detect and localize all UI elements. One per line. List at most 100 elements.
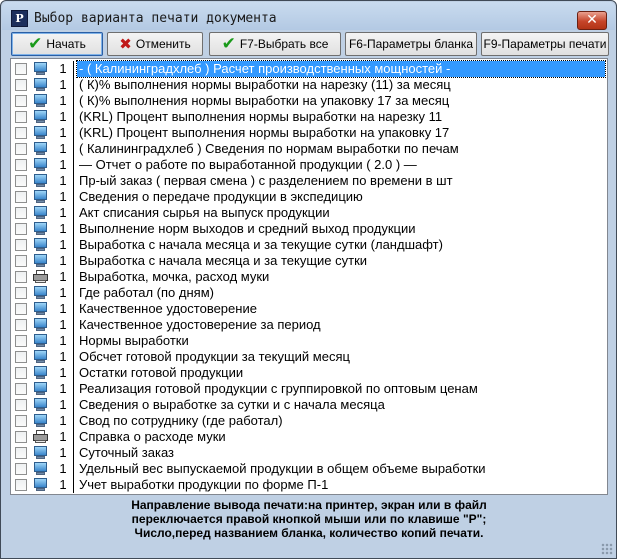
list-item[interactable]: 1 Выполнение норм выходов и средний выход…: [11, 221, 607, 237]
row-checkbox[interactable]: [15, 63, 27, 75]
print-params-button[interactable]: F9-Параметры печати: [481, 32, 609, 56]
row-checkbox[interactable]: [15, 271, 27, 283]
row-checkbox[interactable]: [15, 239, 27, 251]
monitor-icon[interactable]: [31, 253, 50, 269]
list-item[interactable]: 1 (KRL) Процент выполнения нормы выработк…: [11, 125, 607, 141]
list-item[interactable]: 1 Свод по сотруднику (где работал): [11, 413, 607, 429]
list-item[interactable]: 1 Сведения о выработке за сутки и с начал…: [11, 397, 607, 413]
list-item[interactable]: 1 ( Калининградхлеб ) Сведения по нормам …: [11, 141, 607, 157]
monitor-icon[interactable]: [31, 77, 50, 93]
monitor-icon[interactable]: [31, 237, 50, 253]
monitor-icon[interactable]: [31, 221, 50, 237]
list-item[interactable]: 1 Суточный заказ: [11, 445, 607, 461]
row-checkbox[interactable]: [15, 383, 27, 395]
monitor-icon[interactable]: [31, 381, 50, 397]
row-checkbox[interactable]: [15, 463, 27, 475]
monitor-icon[interactable]: [31, 301, 50, 317]
row-checkbox[interactable]: [15, 367, 27, 379]
list-item[interactable]: 1 Акт списания сырья на выпуск продукции: [11, 205, 607, 221]
monitor-icon[interactable]: [31, 157, 50, 173]
column-separator: [73, 205, 74, 221]
row-checkbox[interactable]: [15, 335, 27, 347]
row-checkbox[interactable]: [15, 479, 27, 491]
copies-count: 1: [59, 109, 67, 124]
monitor-icon[interactable]: [31, 477, 50, 493]
row-checkbox[interactable]: [15, 207, 27, 219]
column-separator: [73, 461, 74, 477]
row-checkbox[interactable]: [15, 95, 27, 107]
monitor-icon[interactable]: [31, 365, 50, 381]
row-checkbox[interactable]: [15, 351, 27, 363]
row-checkbox[interactable]: [15, 191, 27, 203]
row-checkbox[interactable]: [15, 79, 27, 91]
monitor-icon[interactable]: [31, 349, 50, 365]
monitor-icon[interactable]: [31, 461, 50, 477]
row-checkbox[interactable]: [15, 223, 27, 235]
list-item[interactable]: 1 - ( Калининградхлеб ) Расчет производст…: [11, 60, 607, 78]
monitor-icon[interactable]: [31, 205, 50, 221]
list-item[interactable]: 1 (KRL) Процент выполнения нормы выработк…: [11, 109, 607, 125]
monitor-icon[interactable]: [31, 333, 50, 349]
list-item[interactable]: 1 Качественное удостоверение: [11, 301, 607, 317]
list-item[interactable]: 1 Обсчет готовой продукции за текущий мес…: [11, 349, 607, 365]
row-checkbox[interactable]: [15, 399, 27, 411]
monitor-icon[interactable]: [31, 413, 50, 429]
row-checkbox[interactable]: [15, 127, 27, 139]
monitor-icon[interactable]: [31, 93, 50, 109]
report-label: Выработка с начала месяца и за текущие с…: [79, 237, 443, 252]
printer-icon[interactable]: [31, 429, 50, 445]
monitor-icon[interactable]: [31, 173, 50, 189]
list-item[interactable]: 1 Качественное удостоверение за период: [11, 317, 607, 333]
select-all-button[interactable]: ✔ F7-Выбрать все: [209, 32, 341, 56]
monitor-icon[interactable]: [31, 397, 50, 413]
row-checkbox[interactable]: [15, 415, 27, 427]
row-checkbox[interactable]: [15, 255, 27, 267]
monitor-icon[interactable]: [31, 141, 50, 157]
row-checkbox[interactable]: [15, 175, 27, 187]
list-item[interactable]: 1 Выработка с начала месяца и за текущие …: [11, 237, 607, 253]
monitor-icon[interactable]: [31, 317, 50, 333]
row-checkbox[interactable]: [15, 431, 27, 443]
list-item[interactable]: 1 Реализация готовой продукции с группиро…: [11, 381, 607, 397]
monitor-icon[interactable]: [31, 109, 50, 125]
list-item[interactable]: 1 Нормы выработки: [11, 333, 607, 349]
row-checkbox[interactable]: [15, 111, 27, 123]
monitor-icon[interactable]: [31, 285, 50, 301]
copies-count: 1: [59, 413, 67, 428]
report-list[interactable]: 1 - ( Калининградхлеб ) Расчет производст…: [10, 58, 608, 495]
resize-grip[interactable]: [601, 543, 613, 555]
monitor-icon[interactable]: [31, 125, 50, 141]
list-item[interactable]: 1 Выработка с начала месяца и за текущие …: [11, 253, 607, 269]
row-checkbox[interactable]: [15, 447, 27, 459]
row-checkbox[interactable]: [15, 287, 27, 299]
form-params-button[interactable]: F6-Параметры бланка: [345, 32, 477, 56]
column-separator: [73, 349, 74, 365]
list-item[interactable]: 1 Учет выработки продукции по форме П-1: [11, 477, 607, 493]
list-item[interactable]: 1 Остатки готовой продукции: [11, 365, 607, 381]
list-item[interactable]: 1 Сведения о передаче продукции в экспеди…: [11, 189, 607, 205]
list-item[interactable]: 1 ( К)% выполнения нормы выработки на упа…: [11, 93, 607, 109]
list-item[interactable]: 1 Где работал (по дням): [11, 285, 607, 301]
monitor-icon[interactable]: [31, 61, 50, 77]
list-item[interactable]: 1 Пр-ый заказ ( первая смена ) с разделен…: [11, 173, 607, 189]
close-button[interactable]: ✕: [577, 11, 607, 30]
start-button[interactable]: ✔ Начать: [11, 32, 103, 56]
check-icon: ✔: [28, 33, 43, 54]
list-item[interactable]: 1 Выработка, мочка, расход муки: [11, 269, 607, 285]
printer-icon[interactable]: [31, 269, 50, 285]
monitor-icon[interactable]: [31, 189, 50, 205]
report-label: ( К)% выполнения нормы выработки на наре…: [79, 77, 451, 92]
row-checkbox[interactable]: [15, 143, 27, 155]
list-item[interactable]: 1 ( К)% выполнения нормы выработки на нар…: [11, 77, 607, 93]
title-bar[interactable]: Р Выбор варианта печати документа ✕: [2, 2, 615, 30]
row-checkbox[interactable]: [15, 319, 27, 331]
row-checkbox[interactable]: [15, 303, 27, 315]
list-item[interactable]: 1 — Отчет о работе по выработанной продук…: [11, 157, 607, 173]
list-item[interactable]: 1 Справка о расходе муки: [11, 429, 607, 445]
column-separator: [73, 285, 74, 301]
copies-count: 1: [59, 397, 67, 412]
list-item[interactable]: 1 Удельный вес выпускаемой продукции в об…: [11, 461, 607, 477]
cancel-button[interactable]: ✖ Отменить: [107, 32, 203, 56]
monitor-icon[interactable]: [31, 445, 50, 461]
row-checkbox[interactable]: [15, 159, 27, 171]
